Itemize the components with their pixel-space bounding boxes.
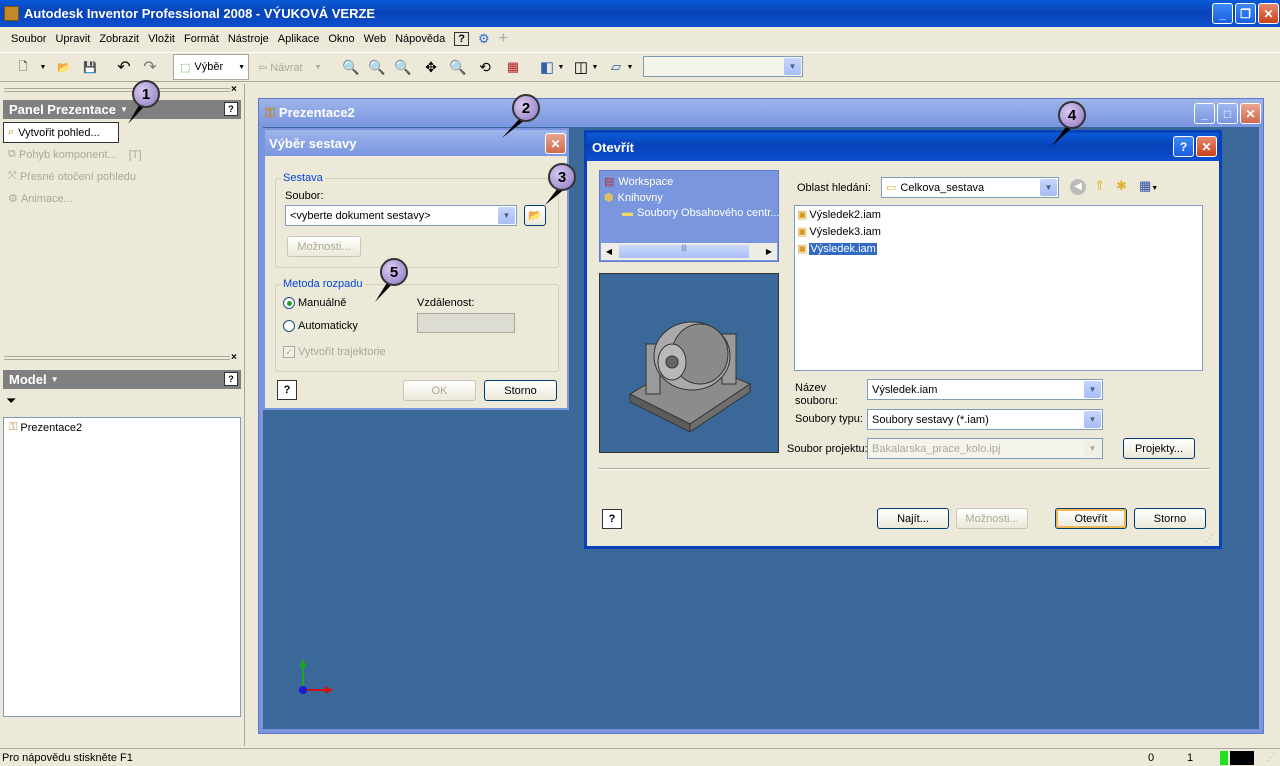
callout-arrows	[128, 100, 1076, 302]
status-count-1: 0	[1148, 752, 1155, 764]
status-count-2: 1	[1187, 752, 1194, 764]
callout-5: 5	[380, 258, 408, 286]
callout-2: 2	[512, 94, 540, 122]
status-indicator-green	[1220, 751, 1228, 765]
callout-4: 4	[1058, 101, 1086, 129]
status-indicator-black	[1230, 751, 1254, 765]
status-resize-grip-icon[interactable]: ⋰	[1266, 752, 1275, 763]
status-bar: Pro nápovědu stiskněte F1 0 1 ⋰	[0, 748, 1280, 766]
status-text: Pro nápovědu stiskněte F1	[2, 752, 133, 764]
callout-3: 3	[548, 163, 576, 191]
callout-1: 1	[132, 80, 160, 108]
